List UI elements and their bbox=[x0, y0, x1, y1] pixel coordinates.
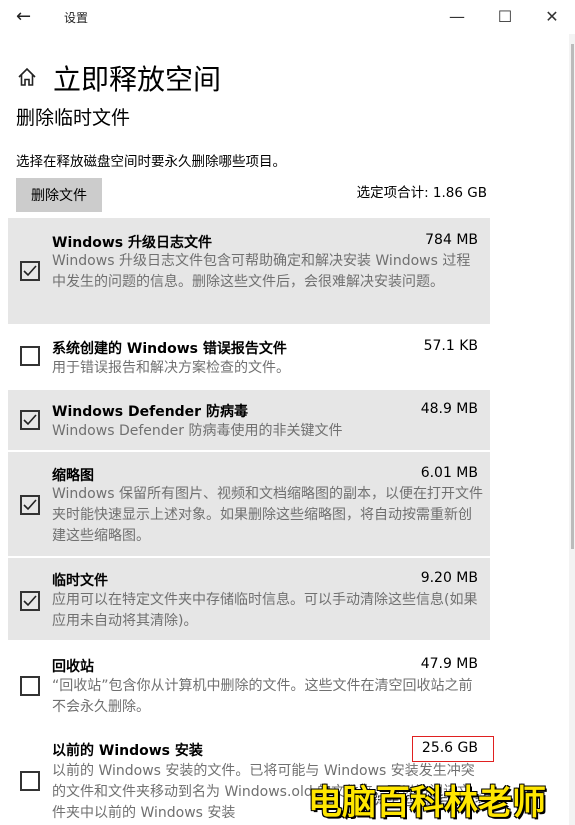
item-name: 缩略图 bbox=[52, 468, 94, 484]
item-name: 以前的 Windows 安装 bbox=[52, 743, 203, 759]
item-size: 9.20 MB bbox=[420, 570, 478, 586]
checkmark-icon bbox=[23, 414, 37, 426]
checkbox-unchecked[interactable] bbox=[20, 771, 40, 791]
size-highlight-box bbox=[412, 736, 494, 762]
item-description: Windows Defender 防病毒使用的非关键文件 bbox=[52, 423, 343, 439]
checkbox-unchecked[interactable] bbox=[20, 676, 40, 696]
list-item[interactable]: 系统创建的 Windows 错误报告文件 57.1 KB 用于错误报告和解决方案… bbox=[8, 330, 490, 388]
checkbox-checked[interactable] bbox=[20, 591, 40, 611]
item-size: 48.9 MB bbox=[420, 401, 478, 417]
list-item[interactable]: Windows 升级日志文件 784 MB Windows 升级日志文件包含可帮… bbox=[8, 218, 490, 324]
list-item[interactable]: Windows Defender 防病毒 48.9 MB Windows Def… bbox=[8, 390, 490, 450]
title-bar: ← 设置 — ☐ ✕ bbox=[0, 0, 575, 34]
item-name: Windows Defender 防病毒 bbox=[52, 404, 248, 420]
home-icon bbox=[18, 67, 36, 86]
checkbox-checked[interactable] bbox=[20, 261, 40, 281]
item-name: Windows 升级日志文件 bbox=[52, 235, 212, 251]
item-size: 57.1 KB bbox=[423, 338, 478, 354]
item-description: “回收站”包含你从计算机中删除的文件。这些文件在清空回收站之前不会永久删除。 bbox=[52, 678, 473, 715]
description-text: 选择在释放磁盘空间时要永久删除哪些项目。 bbox=[16, 154, 286, 170]
item-name: 系统创建的 Windows 错误报告文件 bbox=[52, 341, 287, 357]
section-title: 删除临时文件 bbox=[16, 107, 131, 129]
item-size: 47.9 MB bbox=[420, 656, 478, 672]
checkbox-unchecked[interactable] bbox=[20, 346, 40, 366]
list-item[interactable]: 临时文件 9.20 MB 应用可以在特定文件夹中存储临时信息。可以手动清除这些信… bbox=[8, 558, 490, 640]
item-description: Windows 保留所有图片、视频和文档缩略图的副本，以便在打开文件夹时能快速显… bbox=[52, 486, 483, 544]
window-title: 设置 bbox=[64, 11, 89, 25]
checkmark-icon bbox=[23, 499, 37, 511]
list-item[interactable]: 缩略图 6.01 MB Windows 保留所有图片、视频和文档缩略图的副本，以… bbox=[8, 452, 490, 556]
item-description: 应用可以在特定文件夹中存储临时信息。可以手动清除这些信息(如果应用未自动将其清除… bbox=[52, 592, 478, 629]
item-name: 回收站 bbox=[52, 659, 94, 675]
checkmark-icon bbox=[23, 595, 37, 607]
delete-files-button[interactable]: 删除文件 bbox=[16, 178, 102, 212]
item-description: 用于错误报告和解决方案检查的文件。 bbox=[52, 360, 290, 376]
minimize-icon[interactable]: — bbox=[446, 6, 468, 28]
close-icon[interactable]: ✕ bbox=[541, 6, 563, 28]
maximize-icon[interactable]: ☐ bbox=[494, 6, 516, 28]
checkbox-checked[interactable] bbox=[20, 495, 40, 515]
checkmark-icon bbox=[23, 265, 37, 277]
back-arrow-icon[interactable]: ← bbox=[16, 6, 38, 28]
item-description: Windows 升级日志文件包含可帮助确定和解决安装 Windows 过程中发生… bbox=[52, 253, 471, 290]
selected-total: 选定项合计: 1.86 GB bbox=[356, 185, 487, 201]
item-size: 6.01 MB bbox=[420, 465, 478, 481]
item-name: 临时文件 bbox=[52, 573, 108, 589]
checkbox-checked[interactable] bbox=[20, 410, 40, 430]
list-item[interactable]: 回收站 47.9 MB “回收站”包含你从计算机中删除的文件。这些文件在清空回收… bbox=[8, 646, 490, 726]
scrollbar-thumb[interactable] bbox=[571, 44, 574, 549]
page-title: 立即释放空间 bbox=[53, 63, 222, 96]
item-size: 784 MB bbox=[425, 232, 478, 248]
watermark-text: 电脑百科林老师 bbox=[308, 783, 546, 823]
